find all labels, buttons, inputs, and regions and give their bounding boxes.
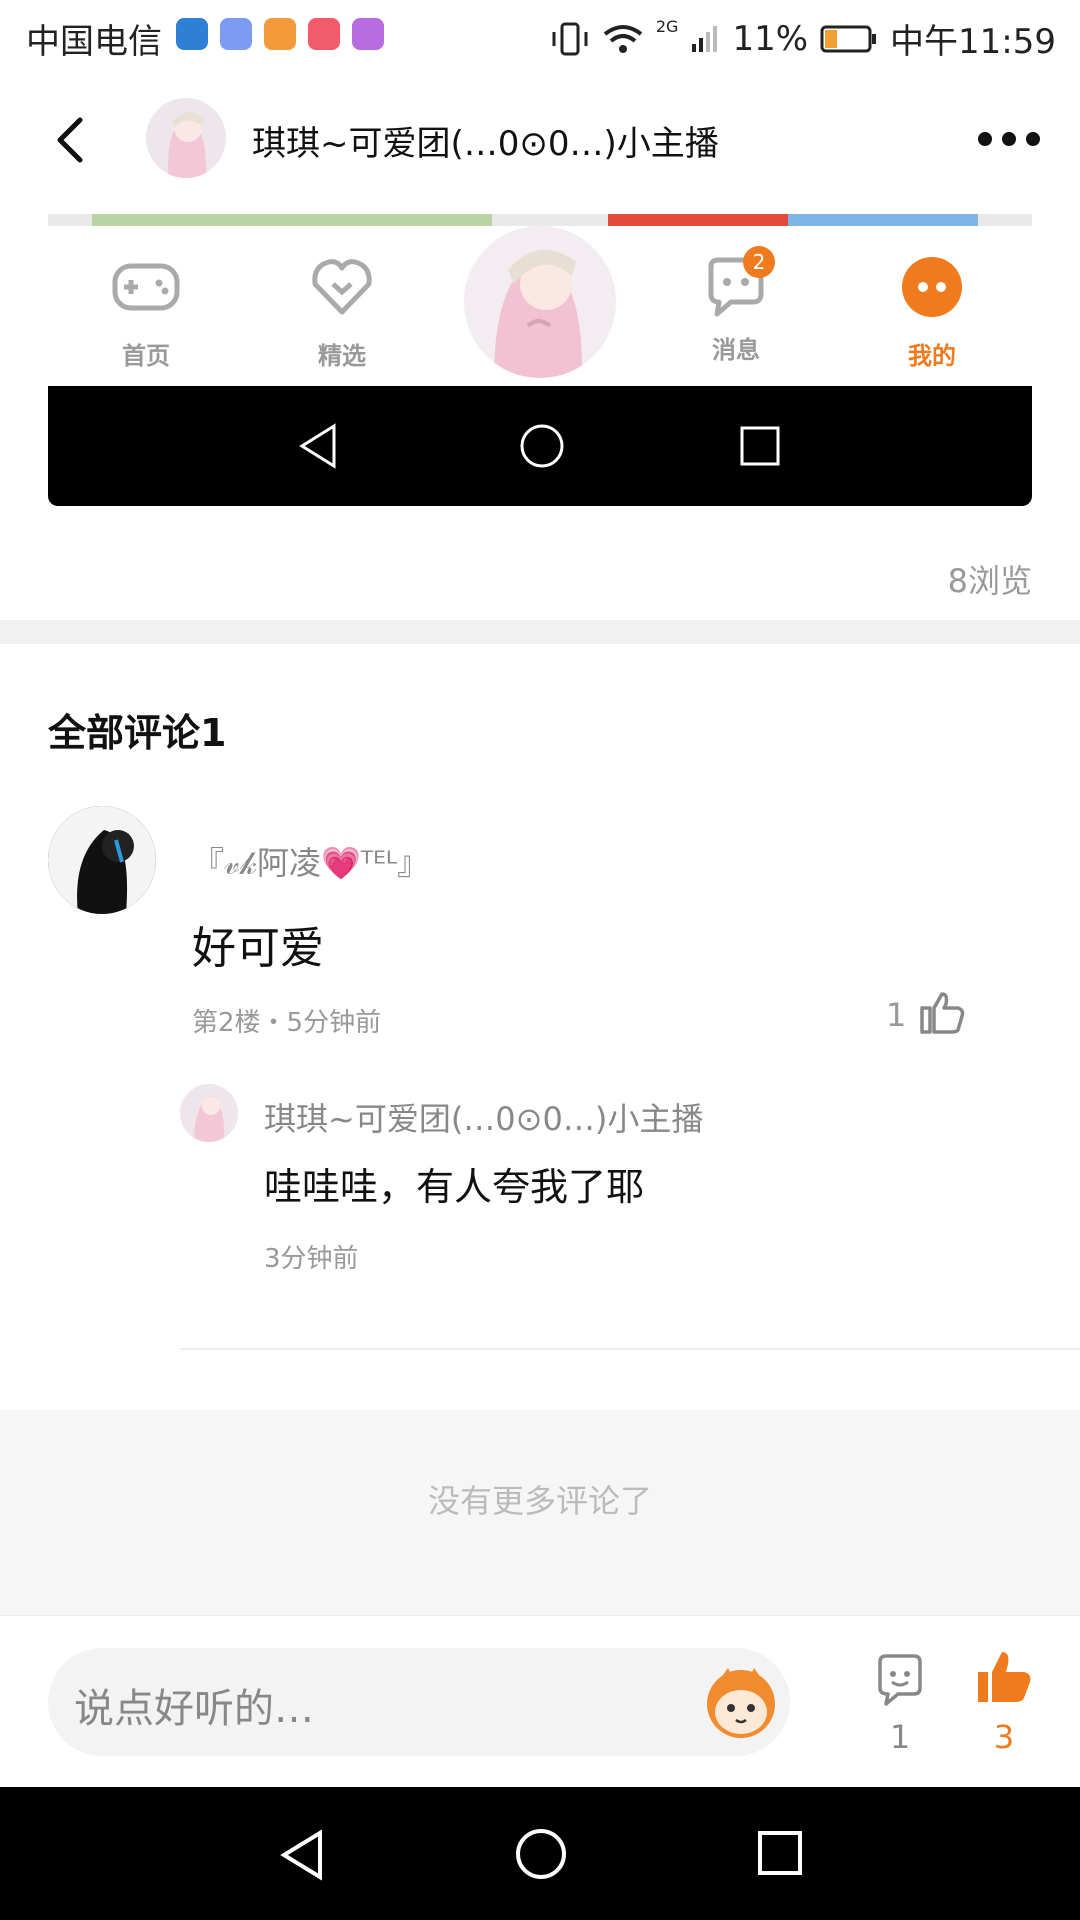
system-nav-bar bbox=[0, 1787, 1080, 1920]
post-image[interactable]: 首页 精选 2 消息 我的 bbox=[48, 214, 1032, 506]
section-divider bbox=[0, 620, 1080, 644]
home-circle-icon bbox=[520, 424, 564, 468]
commenter-avatar[interactable] bbox=[48, 806, 156, 914]
author-avatar[interactable] bbox=[146, 98, 226, 178]
embedded-nav-home: 首页 bbox=[86, 252, 206, 371]
comments-title: 全部评论1 bbox=[48, 711, 227, 755]
embedded-nav-messages-label: 消息 bbox=[712, 336, 760, 364]
wifi-icon bbox=[603, 24, 643, 53]
system-back-icon[interactable] bbox=[278, 1829, 326, 1881]
reply-author-name[interactable]: 琪琪~可爱团(…0⊙0…)小主播 bbox=[264, 1094, 703, 1140]
embedded-nav-mine: 我的 bbox=[872, 252, 992, 371]
video-app-icon bbox=[264, 18, 296, 50]
battery-icon bbox=[820, 25, 877, 52]
flower-app-icon bbox=[308, 18, 340, 50]
back-triangle-icon bbox=[299, 423, 336, 469]
carrier-label: 中国电信 bbox=[26, 22, 162, 62]
heart-bubble-icon bbox=[312, 259, 372, 315]
recents-square-icon bbox=[740, 426, 780, 466]
signal-icon bbox=[692, 25, 718, 52]
no-more-comments-text: 没有更多评论了 bbox=[427, 1482, 652, 1520]
vibrate-icon bbox=[552, 22, 588, 55]
comment-bubble-icon[interactable] bbox=[872, 1652, 928, 1708]
clock-time: 中午11:59 bbox=[890, 22, 1056, 62]
thumbs-up-icon[interactable] bbox=[918, 988, 966, 1036]
anime-girl-avatar bbox=[180, 1084, 238, 1142]
top-bar: 琪琪~可爱团(…0⊙0…)小主播 bbox=[0, 72, 1080, 202]
dark-portrait-avatar bbox=[48, 806, 156, 914]
anime-girl-avatar bbox=[146, 98, 226, 178]
reply-text: 哇哇哇，有人夸我了耶 bbox=[264, 1165, 645, 1209]
face-icon bbox=[902, 257, 962, 317]
messages-badge: 2 bbox=[743, 246, 775, 278]
author-name[interactable]: 琪琪~可爱团(…0⊙0…)小主播 bbox=[252, 116, 719, 165]
view-count: 8浏览 bbox=[947, 562, 1032, 600]
system-recents-icon[interactable] bbox=[756, 1829, 804, 1877]
comment-text: 好可爱 bbox=[192, 923, 324, 974]
comment-input-bar: 说点好听的… 1 3 bbox=[0, 1615, 1080, 1788]
comment-count: 1 bbox=[889, 1718, 911, 1756]
reply-meta: 3分钟前 bbox=[264, 1244, 359, 1274]
thumbs-up-filled-icon[interactable] bbox=[976, 1648, 1032, 1708]
anime-girl-avatar bbox=[464, 226, 616, 378]
image-top-strip bbox=[48, 214, 1032, 226]
comment-meta: 第2楼・5分钟前 bbox=[192, 1008, 382, 1038]
comment-like-count: 1 bbox=[886, 996, 907, 1034]
like-count: 3 bbox=[993, 1718, 1015, 1756]
reply-author-avatar[interactable] bbox=[180, 1084, 238, 1142]
status-right: 2G 11% 中午11:59 bbox=[550, 14, 1056, 63]
system-home-icon[interactable] bbox=[514, 1827, 568, 1881]
embedded-system-nav bbox=[48, 386, 1032, 506]
battery-percent: 11% bbox=[732, 18, 809, 59]
shield-app-icon bbox=[176, 18, 208, 50]
embedded-nav-home-label: 首页 bbox=[122, 342, 170, 370]
embedded-nav-row: 首页 精选 2 消息 我的 bbox=[48, 226, 1032, 400]
comment-input[interactable]: 说点好听的… bbox=[48, 1648, 790, 1756]
embedded-center-avatar bbox=[464, 226, 616, 378]
reply-divider bbox=[180, 1348, 1080, 1350]
status-bar: 中国电信 2G 11% 中午11:59 bbox=[0, 0, 1080, 72]
embedded-nav-messages: 2 消息 bbox=[676, 246, 796, 365]
clock-app-icon bbox=[352, 18, 384, 50]
network-type-label: 2G bbox=[655, 17, 679, 36]
more-options-icon[interactable] bbox=[978, 132, 1040, 148]
embedded-nav-picks-label: 精选 bbox=[318, 342, 366, 370]
gamepad-icon bbox=[112, 263, 180, 311]
back-arrow-icon[interactable] bbox=[48, 116, 96, 164]
music-app-icon bbox=[220, 18, 252, 50]
comment-input-placeholder: 说点好听的… bbox=[74, 1686, 314, 1732]
embedded-nav-mine-label: 我的 bbox=[908, 342, 956, 370]
mascot-emoji-icon[interactable] bbox=[698, 1662, 784, 1742]
embedded-nav-picks: 精选 bbox=[282, 252, 402, 371]
commenter-name[interactable]: 『𝓋𝓀阿凌💗ᵀᴱᴸ』 bbox=[192, 838, 429, 884]
